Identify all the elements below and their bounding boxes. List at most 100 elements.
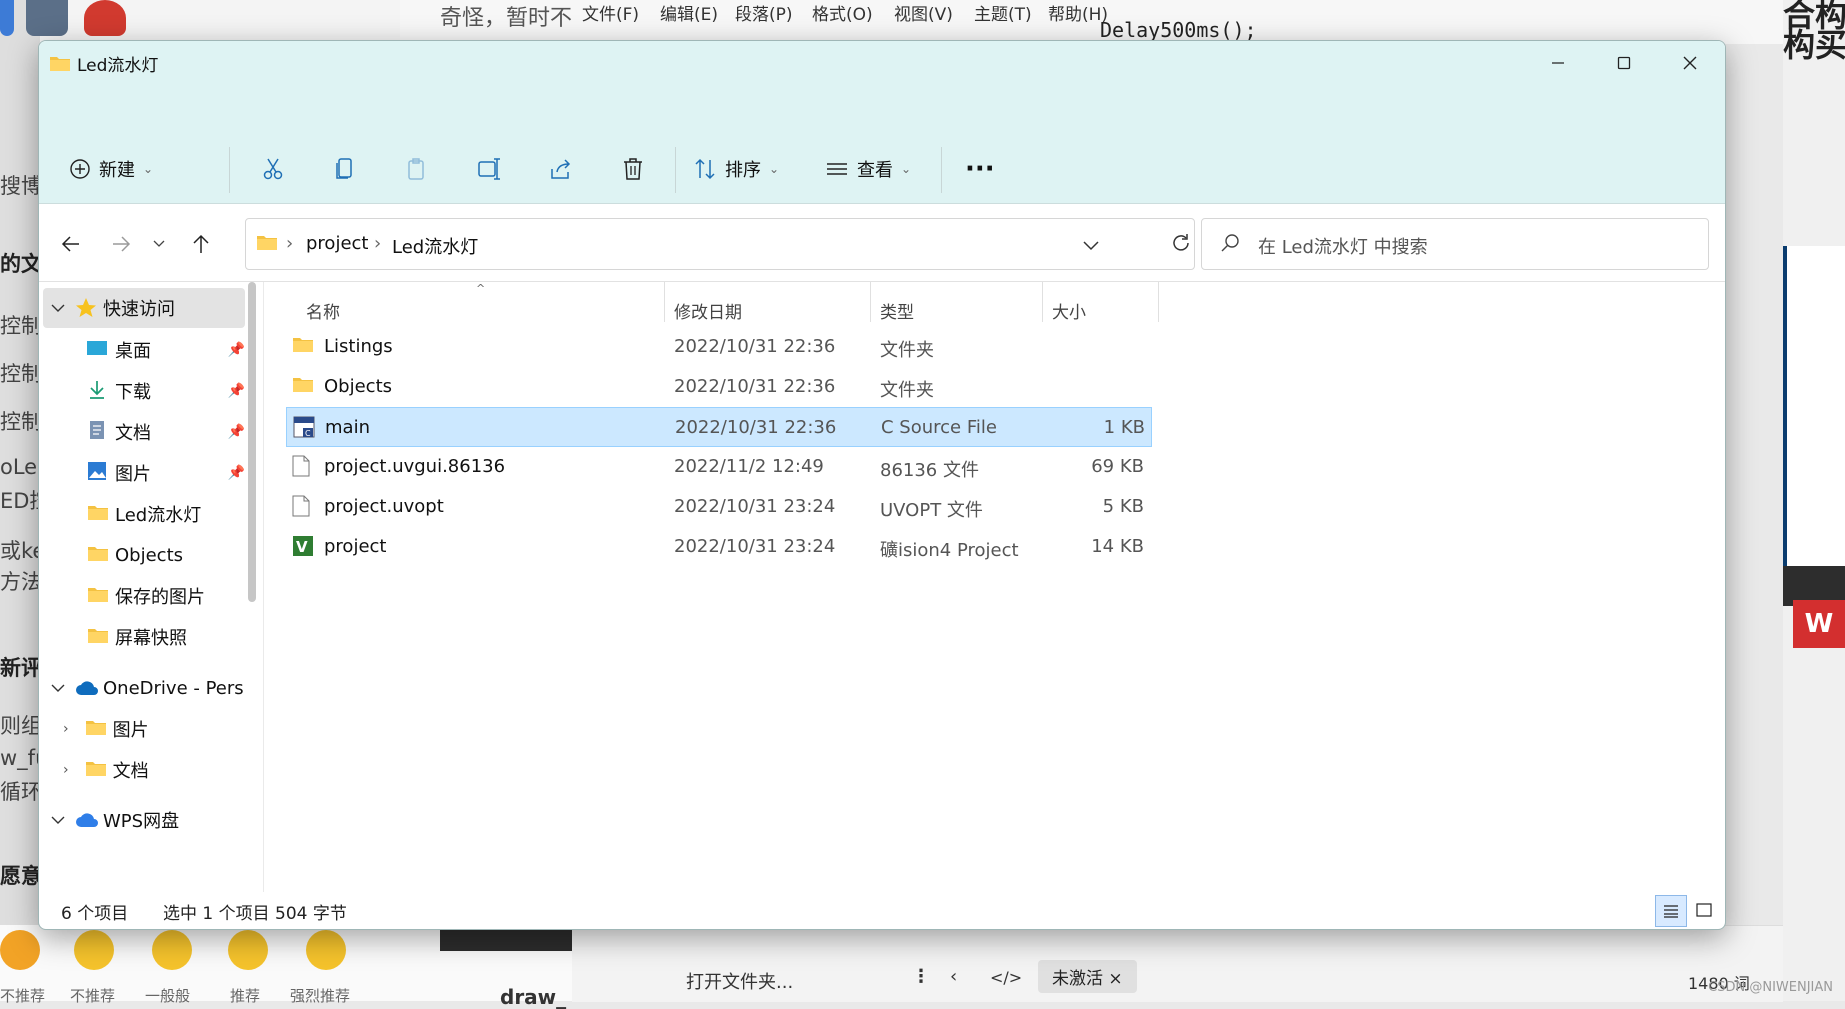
wps-cloud-icon xyxy=(76,813,98,827)
column-divider[interactable] xyxy=(1042,282,1043,322)
delete-icon xyxy=(624,158,642,180)
more-options-button[interactable]: ··· xyxy=(965,149,995,189)
download-icon xyxy=(87,379,107,404)
pin-icon[interactable]: 📌 xyxy=(228,424,245,440)
copy-button[interactable] xyxy=(333,149,357,189)
toolbar-divider xyxy=(229,147,230,193)
status-bar: 6 个项目 选中 1 个项目 504 字节 xyxy=(39,893,1725,929)
nav-label: 桌面 xyxy=(115,341,151,362)
paste-icon xyxy=(408,158,424,180)
nav-item-led[interactable]: Led流水灯 xyxy=(39,494,245,534)
breadcrumb-project[interactable]: project xyxy=(306,233,368,254)
nav-onedrive[interactable]: OneDrive - Pers xyxy=(39,668,245,708)
laugh-emoji-icon[interactable] xyxy=(306,930,346,970)
nav-scrollbar[interactable] xyxy=(248,282,256,602)
large-icons-view-button[interactable] xyxy=(1689,895,1719,925)
refresh-button[interactable] xyxy=(1159,218,1203,268)
share-button[interactable] xyxy=(549,149,573,189)
file-row[interactable]: Objects 2022/10/31 22:36 文件夹 xyxy=(286,367,1150,405)
new-button[interactable]: 新建 ⌄ xyxy=(69,149,153,189)
file-name: Objects xyxy=(324,376,393,397)
nav-onedrive-pictures[interactable]: › 图片 xyxy=(39,709,245,749)
editor-menu-theme[interactable]: 主题(T) xyxy=(974,0,1032,25)
bg-code-line: Delay500ms(); xyxy=(1100,18,1257,42)
smile-emoji-icon[interactable] xyxy=(228,930,268,970)
file-explorer-window: Led流水灯 新建 ⌄ 排序 ⌄ 查看 ⌄ ··· › project › Le… xyxy=(38,40,1726,930)
column-header-name[interactable]: 名称 xyxy=(306,298,340,323)
delete-button[interactable] xyxy=(621,149,645,189)
file-date: 2022/10/31 23:24 xyxy=(674,496,836,517)
c-source-icon: C xyxy=(293,416,315,443)
column-divider[interactable] xyxy=(870,282,871,322)
sort-label: 排序 xyxy=(725,160,761,181)
file-name: project.uvopt xyxy=(324,496,444,517)
column-header-size[interactable]: 大小 xyxy=(1052,298,1086,323)
recent-locations-button[interactable] xyxy=(147,226,171,262)
pin-icon[interactable]: 📌 xyxy=(228,465,245,481)
close-button[interactable] xyxy=(1657,41,1723,85)
nav-item-screenshots[interactable]: 屏幕快照 xyxy=(39,617,245,657)
details-view-button[interactable] xyxy=(1655,895,1687,927)
breadcrumb-led[interactable]: Led流水灯 xyxy=(392,233,478,259)
back-button[interactable] xyxy=(53,226,89,262)
nav-wps[interactable]: WPS网盘 xyxy=(39,800,245,840)
open-folder-link[interactable]: 打开文件夹... xyxy=(686,968,793,994)
search-input[interactable]: 在 Led流水灯 中搜索 xyxy=(1201,218,1709,270)
chevron-left-icon[interactable]: ‹ xyxy=(950,966,957,987)
file-row[interactable]: Listings 2022/10/31 22:36 文件夹 xyxy=(286,327,1150,365)
column-divider[interactable] xyxy=(1158,282,1159,322)
nav-quick-access[interactable]: 快速访问 xyxy=(43,288,245,328)
nav-onedrive-documents[interactable]: › 文档 xyxy=(39,750,245,790)
file-row[interactable]: V project 2022/10/31 23:24 礦ision4 Proje… xyxy=(286,527,1150,565)
nav-item-downloads[interactable]: 下载 📌 xyxy=(39,371,245,411)
document-icon xyxy=(87,420,107,445)
column-header-modified[interactable]: 修改日期 xyxy=(674,298,742,323)
editor-menu-view[interactable]: 视图(V) xyxy=(894,0,953,25)
chevron-right-icon[interactable]: › xyxy=(63,721,69,737)
minimize-button[interactable] xyxy=(1525,41,1591,85)
file-type: UVOPT 文件 xyxy=(880,500,983,521)
neutral-emoji-icon[interactable] xyxy=(152,930,192,970)
folder-icon xyxy=(49,54,71,76)
file-row[interactable]: project.uvgui.86136 2022/11/2 12:49 8613… xyxy=(286,447,1150,485)
pin-icon[interactable]: 📌 xyxy=(228,342,245,358)
address-bar[interactable]: › project › Led流水灯 xyxy=(245,218,1195,270)
nav-item-objects[interactable]: Objects xyxy=(39,535,245,575)
command-bar: 新建 ⌄ 排序 ⌄ 查看 ⌄ ··· xyxy=(39,85,1725,204)
forward-button[interactable] xyxy=(103,226,139,262)
sort-button[interactable]: 排序 ⌄ xyxy=(693,149,779,189)
nav-label: Objects xyxy=(115,544,184,566)
sad-emoji-icon[interactable] xyxy=(74,930,114,970)
rename-button[interactable] xyxy=(477,149,503,189)
file-row[interactable]: project.uvopt 2022/10/31 23:24 UVOPT 文件 … xyxy=(286,487,1150,525)
inactive-status-pill[interactable]: 未激活 × xyxy=(1038,960,1137,993)
paste-button[interactable] xyxy=(405,149,429,189)
toolbar-divider xyxy=(675,147,676,193)
code-icon[interactable]: </> xyxy=(990,968,1022,987)
chevron-right-icon[interactable]: › xyxy=(63,762,69,778)
nav-item-documents[interactable]: 文档 📌 xyxy=(39,412,245,452)
folder-icon xyxy=(85,718,107,741)
cloud-icon xyxy=(76,681,98,695)
refresh-icon xyxy=(1173,234,1189,251)
nav-item-desktop[interactable]: 桌面 📌 xyxy=(39,330,245,370)
pin-icon[interactable]: 📌 xyxy=(228,383,245,399)
nav-item-pictures[interactable]: 图片 📌 xyxy=(39,453,245,493)
editor-menu-format[interactable]: 格式(O) xyxy=(812,0,873,25)
view-button[interactable]: 查看 ⌄ xyxy=(825,149,911,189)
editor-menu-edit[interactable]: 编辑(E) xyxy=(660,0,718,25)
more-vertical-icon[interactable]: ⋮ xyxy=(912,966,930,987)
maximize-button[interactable] xyxy=(1591,41,1657,85)
column-divider[interactable] xyxy=(664,282,665,322)
cut-button[interactable] xyxy=(261,149,285,189)
editor-menu-paragraph[interactable]: 段落(P) xyxy=(735,0,793,25)
nav-label: 保存的图片 xyxy=(115,587,205,608)
nav-item-saved-pictures[interactable]: 保存的图片 xyxy=(39,576,245,616)
up-button[interactable] xyxy=(183,226,219,262)
star-icon xyxy=(76,298,96,317)
chevron-down-icon[interactable] xyxy=(1082,237,1100,256)
editor-menu-file[interactable]: 文件(F) xyxy=(582,0,639,25)
file-row-selected[interactable]: C main 2022/10/31 22:36 C Source File 1 … xyxy=(286,407,1152,447)
angry-emoji-icon[interactable] xyxy=(0,930,40,970)
column-header-type[interactable]: 类型 xyxy=(880,298,914,323)
